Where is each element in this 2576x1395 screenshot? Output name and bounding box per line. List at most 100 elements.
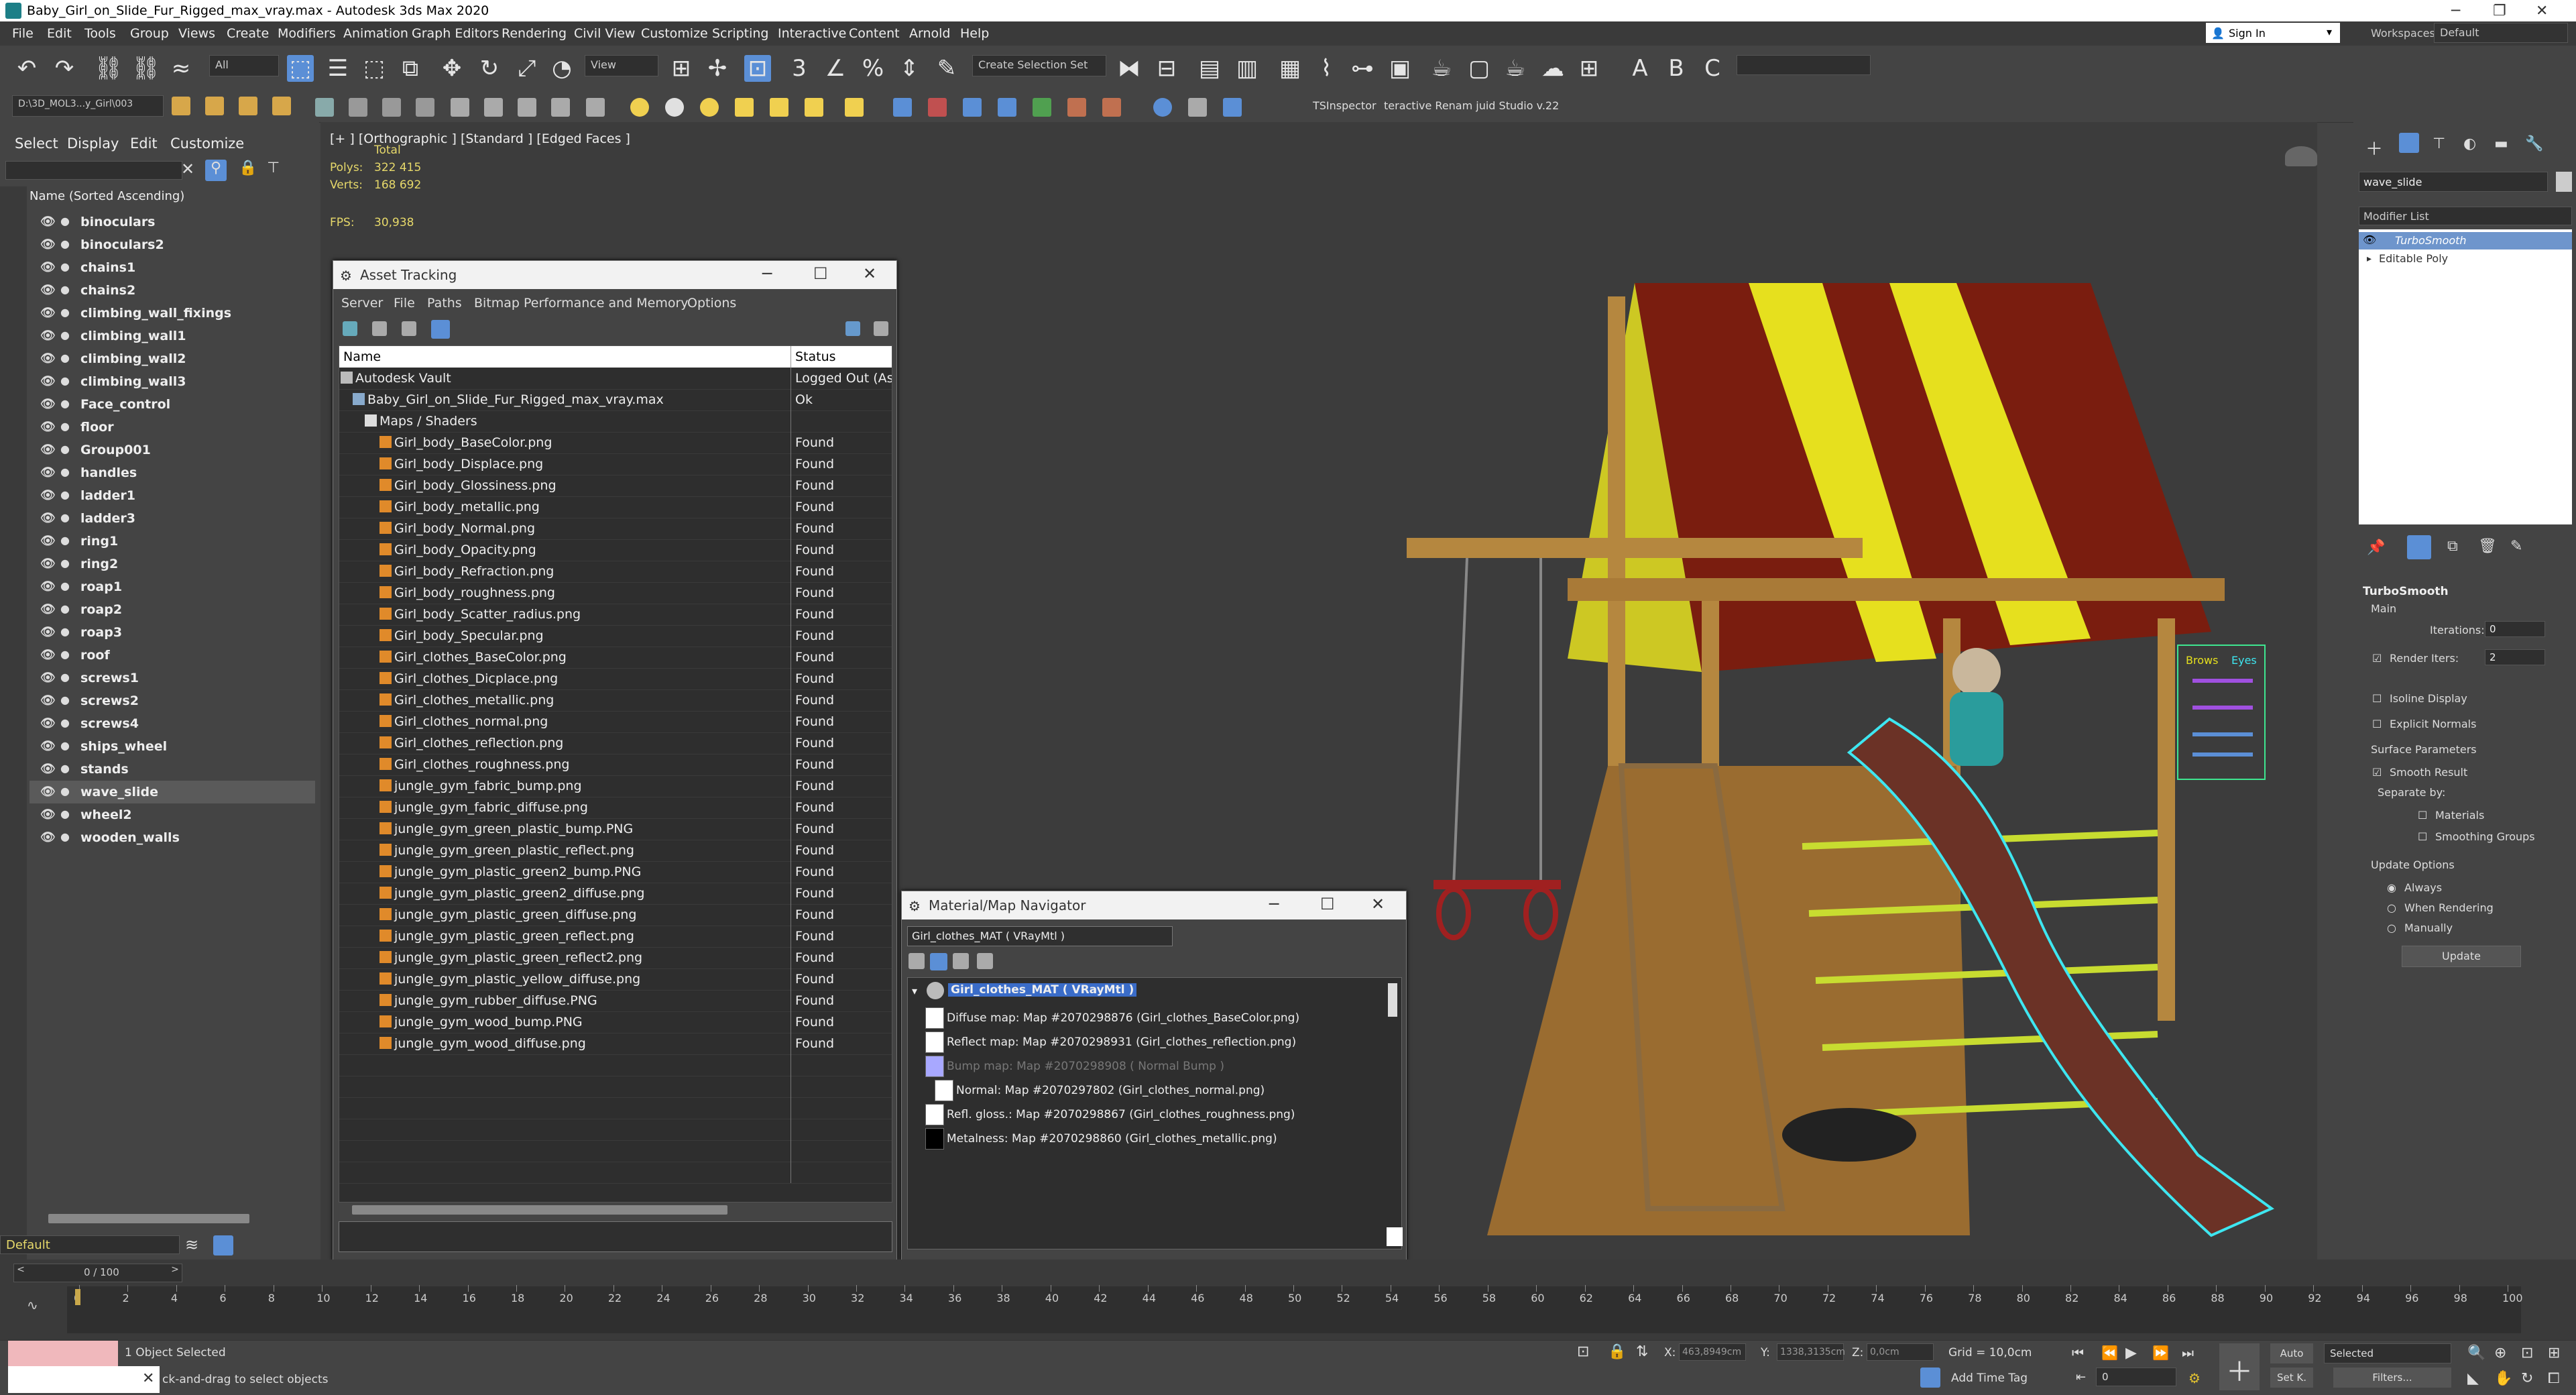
selection-filter[interactable]: All [209,55,279,76]
close-icon[interactable]: ✕ [2536,3,2548,19]
explorer-item[interactable]: 👁 ● wooden_walls [30,826,315,849]
freeze-icon[interactable]: ● [60,807,70,820]
asset-row[interactable]: Girl_body_Opacity.png Found [339,539,892,561]
asset-row[interactable]: jungle_gym_plastic_green_diffuse.png Foun… [339,904,892,926]
save-folder-icon[interactable] [239,97,257,115]
explorer-search-input[interactable] [5,161,182,180]
isoline-checkbox[interactable]: ☐ [2372,692,2382,705]
maxscript-listener[interactable] [8,1341,118,1366]
menu-customize[interactable]: Customize [641,26,708,41]
project-folder-select[interactable]: D:\3D_MOL3...y_Girl\003 [12,95,164,117]
tsinspector-label[interactable]: TSInspector [1313,99,1377,112]
tool-icon-4[interactable] [416,98,434,117]
tool-icon-6[interactable] [484,98,503,117]
freeze-icon[interactable]: ● [60,511,70,524]
render-iters-spinner[interactable]: 2 [2485,649,2545,665]
layer-explorer-icon[interactable]: ▥ [1234,55,1261,82]
x-coordinate[interactable]: 463,8949cm [1679,1343,1746,1361]
percent-snap-icon[interactable]: % [860,55,886,82]
close-icon[interactable]: ✕ [142,1370,154,1387]
asset-tracking-titlebar[interactable]: ⚙ Asset Tracking ─ ☐ ✕ [333,261,896,289]
fov-icon[interactable]: ◣ [2467,1370,2479,1387]
material-map-item[interactable]: Bump map: Map #2070298908 ( Normal Bump … [947,1060,1224,1073]
explorer-item[interactable]: 👁 ● ring1 [30,530,315,553]
freeze-icon[interactable]: ● [60,465,70,478]
asset-path-input[interactable] [339,1221,892,1252]
menu-scripting[interactable]: Scripting [712,26,769,41]
eye-icon[interactable]: 👁 [40,625,56,639]
asset-row[interactable]: jungle_gym_rubber_diffuse.PNG Found [339,990,892,1012]
material-map-item[interactable]: Diffuse map: Map #2070298876 (Girl_cloth… [947,1011,1299,1025]
eye-icon[interactable]: 👁 [40,534,56,548]
light-icon-3[interactable] [700,98,719,117]
asset-row[interactable]: Girl_body_roughness.png Found [339,582,892,604]
asset-row[interactable]: Baby_Girl_on_Slide_Fur_Rigged_max_vray.m… [339,389,892,411]
z-coordinate[interactable]: 0,0cm [1867,1343,1934,1361]
explorer-item[interactable]: 👁 ● roap3 [30,621,315,644]
freeze-icon[interactable]: ● [60,557,70,569]
asset-row[interactable]: jungle_gym_fabric_diffuse.png Found [339,797,892,819]
when-rendering-radio[interactable]: ○ [2387,901,2396,914]
asset-row[interactable]: Girl_clothes_reflection.png Found [339,732,892,755]
prev-key-icon[interactable]: ⏪ [2101,1345,2118,1361]
freeze-icon[interactable]: ● [60,648,70,661]
freeze-icon[interactable]: ● [60,420,70,433]
move-icon[interactable]: ✥ [438,55,465,82]
hierarchy-tab-icon[interactable]: ⊤ [2433,135,2445,152]
menu-help[interactable]: Help [960,26,989,41]
explorer-item[interactable]: 👁 ● ladder3 [30,507,315,530]
goto-end-icon[interactable]: ⏭ [2182,1345,2194,1361]
tool-icon-5[interactable] [451,98,469,117]
asset-row[interactable]: Girl_body_Specular.png Found [339,625,892,647]
set-key-icon[interactable]: ＋ [2219,1343,2260,1390]
object-color-swatch[interactable] [2556,172,2572,192]
freeze-icon[interactable]: ● [60,374,70,387]
maximize-icon[interactable]: ☐ [1320,895,1335,913]
asset-row[interactable]: Girl_body_BaseColor.png Found [339,432,892,454]
smooth-result-checkbox[interactable]: ☑ [2372,766,2382,779]
helper-icon-7[interactable] [1102,98,1121,117]
asset-row[interactable]: Girl_body_metallic.png Found [339,496,892,518]
tool-icon-2[interactable] [349,98,367,117]
asset-menu-options[interactable]: Options [687,296,736,311]
material-map-item[interactable]: Normal: Map #2070297802 (Girl_clothes_no… [956,1084,1265,1097]
helper-icon-3[interactable] [963,98,982,117]
layers-icon[interactable]: ≋ [185,1235,198,1254]
freeze-icon[interactable]: ● [60,716,70,729]
make-unique-icon[interactable]: ⧉ [2447,538,2458,555]
layer-select[interactable]: Default [0,1235,180,1254]
play-icon[interactable]: ▶ [2125,1345,2137,1361]
material-map-item[interactable]: Refl. gloss.: Map #2070298867 (Girl_clot… [947,1108,1295,1121]
update-button[interactable]: Update [2402,946,2521,967]
align-icon[interactable]: ⊟ [1153,55,1180,82]
remove-modifier-icon[interactable]: 🗑 [2478,538,2497,555]
helper-icon-6[interactable] [1067,98,1086,117]
modify-tab-icon[interactable] [2399,133,2419,153]
asset-row[interactable]: Girl_body_Normal.png Found [339,518,892,540]
motion-tab-icon[interactable]: ◐ [2463,135,2476,152]
asset-row[interactable]: jungle_gym_plastic_green_reflect2.png Fou… [339,947,892,969]
asset-row[interactable]: Girl_clothes_Dicplace.png Found [339,668,892,690]
materials-checkbox[interactable]: ☐ [2418,809,2427,822]
close-icon[interactable]: ✕ [1371,895,1385,913]
freeze-icon[interactable]: ● [60,693,70,706]
freeze-icon[interactable]: ● [60,237,70,250]
material-editor-icon[interactable]: ▣ [1387,55,1413,82]
freeze-icon[interactable]: ● [60,739,70,752]
eye-icon[interactable]: 👁 [40,465,56,480]
freeze-icon[interactable]: ● [60,534,70,547]
explorer-column-header[interactable]: Name (Sorted Ascending) [30,189,184,203]
edit-named-selection-icon[interactable]: ✎ [933,55,960,82]
viewport[interactable]: [+ ] [Orthographic ] [Standard ] [Edged … [320,122,2317,1261]
studio-label[interactable]: teractive Renam juid Studio v.22 [1384,99,1559,112]
utilities-tab-icon[interactable]: 🔧 [2525,135,2543,152]
eye-icon[interactable]: 👁 [40,807,56,822]
expand-icon[interactable]: ▸ [2367,254,2372,264]
asset-row[interactable]: jungle_gym_plastic_green2_bump.PNG Found [339,861,892,883]
eye-icon[interactable]: 👁 [40,397,56,411]
helper-icon-8[interactable] [1153,98,1172,117]
asset-row[interactable]: jungle_gym_green_plastic_reflect.png Foun… [339,840,892,862]
text-b-icon[interactable]: B [1663,55,1690,82]
display-tab-icon[interactable]: ▬ [2494,135,2508,152]
eye-icon[interactable]: 👁 [40,351,56,366]
